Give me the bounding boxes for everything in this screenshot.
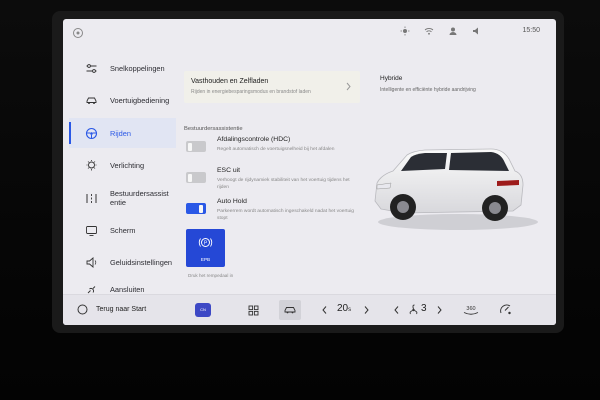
suv-image xyxy=(374,148,538,230)
back-to-start-button[interactable]: Terug naar Start xyxy=(77,304,146,315)
hybrid-description: Intelligente en efficiënte hybride aandr… xyxy=(380,87,476,93)
sidebar-item-label: Bestuurdersassist entie xyxy=(110,189,169,207)
screen-icon xyxy=(86,225,97,236)
switches-icon xyxy=(86,63,97,73)
temp-down-icon[interactable] xyxy=(321,305,328,315)
epb-note: Druk het rempedaal in xyxy=(188,273,234,278)
sidebar-item-label: Voertuigbediening xyxy=(110,95,170,105)
wifi-icon[interactable] xyxy=(424,26,434,36)
sidebar-item-label: Snelkoppelingen xyxy=(110,63,165,73)
fan-up-icon[interactable] xyxy=(436,305,443,315)
option-name: Afdalingscontrole (HDC) xyxy=(217,136,291,143)
home-indicator-icon[interactable] xyxy=(72,27,84,39)
epb-button[interactable]: P EPB xyxy=(186,229,225,267)
steering-wheel-icon xyxy=(85,127,98,139)
infotainment-screen: 15:50 Snelkoppelingen Voertuigbediening … xyxy=(63,19,556,325)
vehicle-settings-button[interactable] xyxy=(279,300,301,320)
auto-hold-toggle[interactable] xyxy=(186,203,206,214)
view-360-label: 360 xyxy=(466,306,475,312)
fan-icon xyxy=(409,304,418,315)
sidebar-item-geluidsinstellingen[interactable]: Geluidsinstellingen xyxy=(69,247,176,277)
profile-icon[interactable] xyxy=(448,26,458,36)
temp-up-icon[interactable] xyxy=(363,305,370,315)
sidebar-item-label: Rijden xyxy=(110,128,131,138)
app-grid-icon[interactable] xyxy=(248,305,259,316)
status-bar: 15:50 xyxy=(63,19,556,43)
temperature-unit: s xyxy=(348,307,352,313)
back-to-start-label: Terug naar Start xyxy=(96,306,147,313)
bottom-dock: Terug naar Start CN 20s 3 360 xyxy=(63,294,556,325)
vehicle-illustration xyxy=(363,119,543,239)
sidebar-item-scherm[interactable]: Scherm xyxy=(69,215,176,245)
option-description: Verhoogt de rijdynamiek stabiliteit van … xyxy=(217,178,350,190)
car-icon xyxy=(86,97,97,104)
sidebar-item-label: Aansluiten xyxy=(110,284,145,294)
clock: 15:50 xyxy=(522,27,540,34)
sidebar-item-snelkoppelingen[interactable]: Snelkoppelingen xyxy=(69,53,176,83)
sidebar-item-verlichting[interactable]: Verlichting xyxy=(69,150,176,180)
sound-icon[interactable] xyxy=(472,26,482,36)
brightness-icon[interactable] xyxy=(400,26,410,36)
hold-and-charge-card[interactable]: Vasthouden en Zelfladen Rijden in energi… xyxy=(184,71,360,103)
temperature-display: 20s xyxy=(337,303,351,314)
temperature-value: 20 xyxy=(337,303,349,314)
hybrid-title: Hybride xyxy=(380,75,403,82)
settings-sidebar: Snelkoppelingen Voertuigbediening Rijden… xyxy=(63,47,176,297)
sidebar-item-label: Scherm xyxy=(110,225,136,235)
chevron-right-icon xyxy=(346,82,351,91)
sidebar-item-label: Geluidsinstellingen xyxy=(110,257,173,267)
sidebar-item-rijden[interactable]: Rijden xyxy=(69,118,176,148)
option-description: Parkeerrem wordt automatisch ingeschakel… xyxy=(217,209,355,221)
option-description: Regelt automatisch de voertuigsnelheid b… xyxy=(217,147,335,152)
option-name: ESC uit xyxy=(217,167,241,174)
fan-level: 3 xyxy=(421,303,427,314)
section-title: Bestuurdersassistentie xyxy=(184,126,243,132)
light-bulb-icon xyxy=(86,159,97,170)
speaker-icon xyxy=(86,256,97,268)
hold-card-subtitle: Rijden in energiebesparingsmodus en bran… xyxy=(191,89,311,95)
fan-down-icon[interactable] xyxy=(393,305,400,315)
sidebar-item-bestuurdersassistentie[interactable]: Bestuurdersassist entie xyxy=(69,183,176,213)
status-icons xyxy=(400,26,482,36)
driver-assist-icon xyxy=(86,193,97,203)
sidebar-item-label: Verlichting xyxy=(110,160,145,170)
car-icon xyxy=(284,307,296,314)
view-360-icon[interactable]: 360 xyxy=(461,303,481,317)
epb-label: EPB xyxy=(200,257,211,262)
app-shortcut[interactable]: CN xyxy=(195,303,211,317)
circle-home-icon xyxy=(77,304,88,315)
option-name: Auto Hold xyxy=(217,198,247,205)
sidebar-item-voertuigbediening[interactable]: Voertuigbediening xyxy=(69,85,176,115)
hold-card-title: Vasthouden en Zelfladen xyxy=(191,78,269,85)
app-badge-label: CN xyxy=(200,307,206,312)
parking-brake-icon: P xyxy=(198,238,213,247)
esc-off-toggle[interactable] xyxy=(186,172,206,183)
hdc-toggle[interactable] xyxy=(186,141,206,152)
steering-assist-icon[interactable] xyxy=(499,303,512,316)
